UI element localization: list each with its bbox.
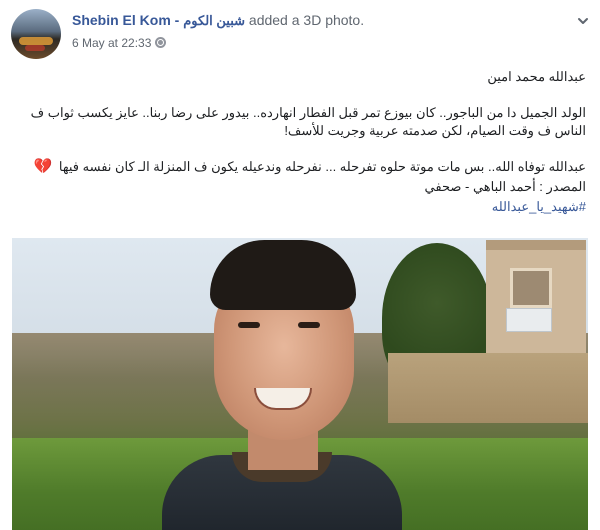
post-3d-photo[interactable] [12, 238, 588, 530]
post-source-text: المصدر : أحمد الباهي - صحفي [424, 179, 586, 194]
condolence-text: عبدالله توفاه الله.. بس مات موتة حلوه تف… [58, 159, 586, 174]
photo-wall [388, 353, 588, 423]
globe-icon [155, 37, 167, 48]
photo-house-roof [486, 240, 586, 250]
avatar-image-detail [19, 37, 53, 45]
chevron-down-icon[interactable] [576, 14, 590, 28]
hashtag-link[interactable]: #شهيد_يا_عبدالله [16, 198, 586, 216]
avatar-image-detail [25, 45, 45, 51]
post-timestamp[interactable]: 6 May at 22:33 [72, 36, 151, 50]
page-name-separator: - [170, 12, 184, 28]
post-body-text: الولد الجميل دا من الباجور.. كان بيوزع ت… [30, 105, 586, 138]
post-action-text: added a 3D photo. [245, 12, 365, 28]
photo-person [162, 240, 402, 530]
photo-house [486, 240, 586, 360]
photo-person-eye [238, 322, 260, 328]
photo-house-window [510, 268, 552, 308]
page-name-arabic-link[interactable]: شبين الكوم [183, 13, 245, 28]
photo-air-conditioner [506, 308, 552, 332]
page-avatar[interactable] [11, 9, 61, 59]
post-header: Shebin El Kom - شبين الكوم added a 3D ph… [0, 0, 600, 62]
broken-heart-icon: 💔 [33, 158, 53, 175]
post-author-line: عبدالله محمد امين [487, 69, 586, 84]
post-headline: Shebin El Kom - شبين الكوم added a 3D ph… [72, 12, 364, 29]
page-name-link[interactable]: Shebin El Kom [72, 12, 171, 28]
photo-person-eye [298, 322, 320, 328]
post-meta: 6 May at 22:33 [72, 36, 167, 50]
photo-person-hair [210, 240, 356, 310]
post-condolence-text: عبدالله توفاه الله.. بس مات موتة حلوه تف… [16, 158, 586, 176]
